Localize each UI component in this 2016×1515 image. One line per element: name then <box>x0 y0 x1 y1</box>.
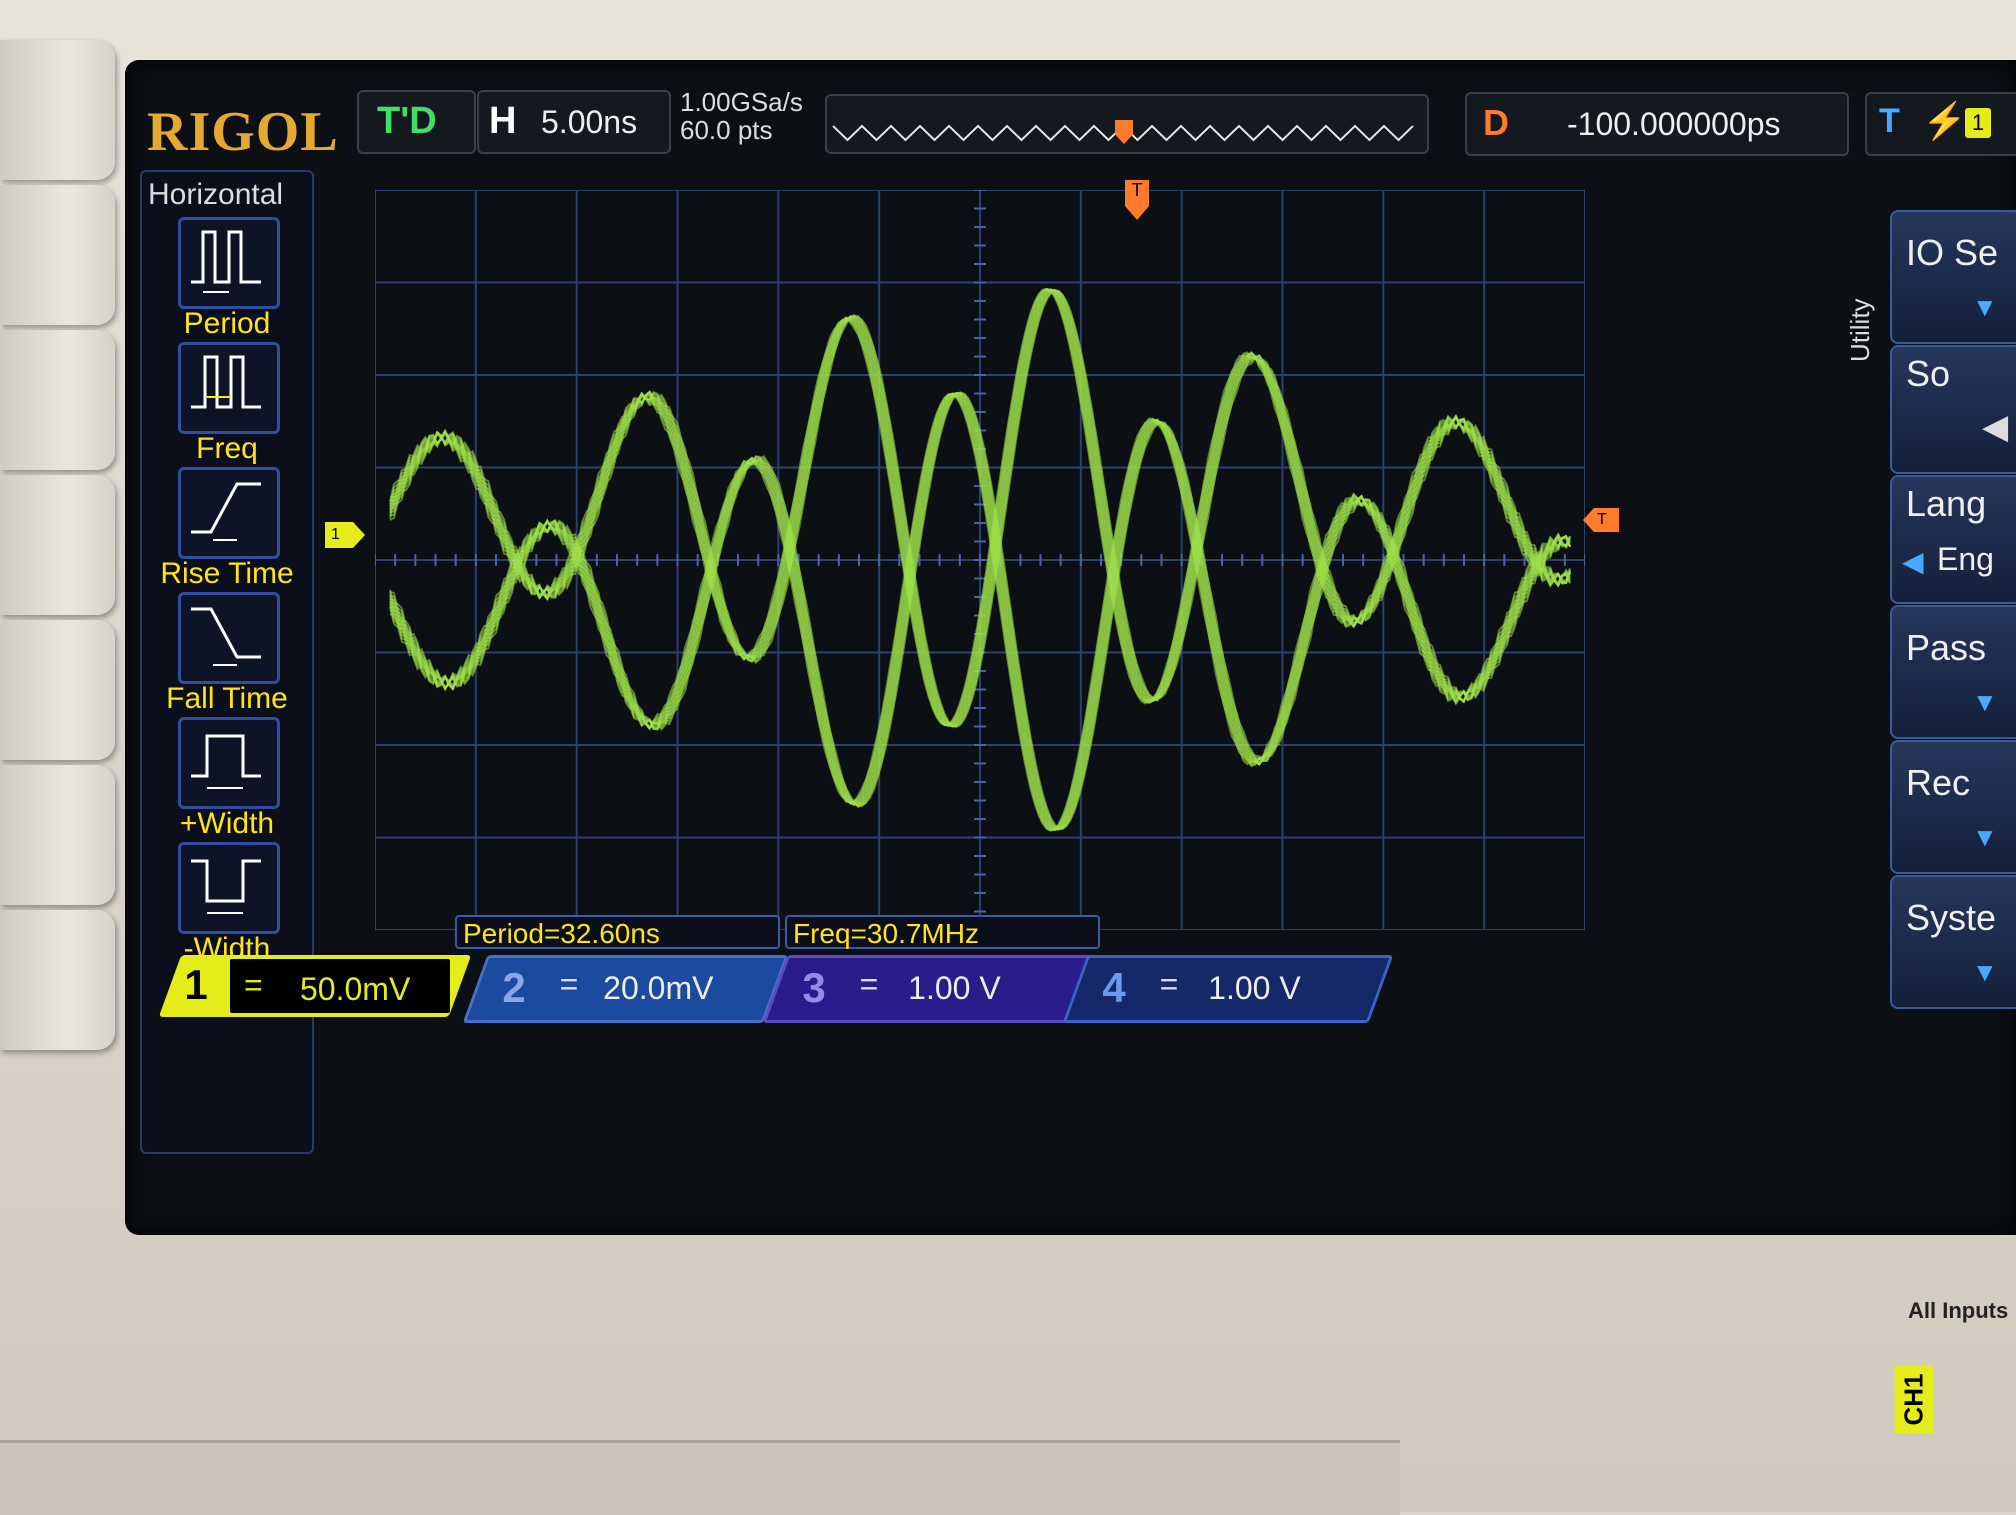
ch1-tab[interactable]: 1 = 50.0mV <box>158 955 472 1017</box>
bezel-button[interactable] <box>0 40 115 180</box>
ch1-offset-marker[interactable]: 1 <box>325 522 365 548</box>
measurement-readouts: Period=32.60ns Freq=30.7MHz <box>325 915 1125 955</box>
ch4-coupling-icon: = <box>1159 966 1179 1002</box>
frequency-readout[interactable]: Freq=30.7MHz <box>785 915 1100 949</box>
record-label: Rec <box>1906 762 1971 803</box>
chevron-down-icon: ▼ <box>1972 957 1998 987</box>
measure-rise-time-label: Rise Time <box>160 557 294 590</box>
timebase-value: 5.00ns <box>541 104 638 140</box>
measure-fall-time-label: Fall Time <box>166 682 288 715</box>
utility-menu-title: Utility <box>1845 298 1875 362</box>
timebase-label: H <box>489 100 517 142</box>
ch4-scale: 1.00 V <box>1208 970 1301 1006</box>
positive-width-icon <box>178 717 280 809</box>
graticule-grid <box>375 190 1585 930</box>
negative-width-icon <box>178 842 280 934</box>
language-button[interactable]: Lang ◀ Eng <box>1890 475 2016 604</box>
pass-fail-label: Pass <box>1906 627 1987 668</box>
utility-menu: Utility IO Se ▼ So ◀ Lang ◀ Eng Pass ▼ R… <box>1845 200 2016 1120</box>
period-readout[interactable]: Period=32.60ns <box>455 915 780 949</box>
trigger-indicator[interactable]: T ⚡ 1 <box>1865 92 2016 156</box>
chevron-down-icon: ▼ <box>1972 822 1998 852</box>
system-button[interactable]: Syste ▼ <box>1890 875 2016 1009</box>
delay-label: D <box>1483 102 1509 143</box>
bezel-button[interactable] <box>0 475 115 615</box>
record-button[interactable]: Rec ▼ <box>1890 740 2016 874</box>
rise-time-icon <box>178 467 280 559</box>
acquisition-info: 1.00GSa/s 60.0 pts <box>680 88 803 144</box>
period-icon <box>178 217 280 309</box>
measure-menu-title: Horizontal <box>148 178 284 211</box>
chevron-down-icon: ▼ <box>1972 292 1998 322</box>
trigger-level-marker[interactable]: T <box>1583 508 1619 532</box>
ch1-info: = 50.0mV <box>230 959 450 1013</box>
run-status-indicator[interactable]: T'D <box>357 90 476 154</box>
lower-panel <box>0 1440 1400 1515</box>
sound-button[interactable]: So ◀ <box>1890 345 2016 474</box>
sound-label: So <box>1906 353 1951 394</box>
timebase-indicator[interactable]: H 5.00ns <box>477 90 671 154</box>
bezel-button[interactable] <box>0 765 115 905</box>
ch3-coupling-icon: = <box>859 966 879 1002</box>
frequency-icon <box>178 342 280 434</box>
ch2-coupling-icon: = <box>559 966 579 1002</box>
speaker-icon: ◀ <box>1982 408 2009 446</box>
sample-rate: 1.00GSa/s <box>680 87 803 117</box>
ch2-number: 2 <box>502 964 526 1011</box>
ch3-tab[interactable]: 3 = 1.00 V <box>762 955 1094 1023</box>
measure-freq-label: Freq <box>196 432 258 465</box>
io-setting-button[interactable]: IO Se ▼ <box>1890 210 2016 344</box>
ch3-scale: 1.00 V <box>908 970 1001 1006</box>
fall-time-icon <box>178 592 280 684</box>
trigger-source-badge: 1 <box>1965 108 1991 138</box>
ch2-scale: 20.0mV <box>603 970 714 1006</box>
language-value: Eng <box>1937 541 1994 577</box>
measure-period-label: Period <box>183 307 271 340</box>
trigger-label: T <box>1879 102 1900 140</box>
delay-indicator[interactable]: D -100.000000ps <box>1465 92 1849 156</box>
io-setting-label: IO Se <box>1906 232 1999 273</box>
ch4-number: 4 <box>1102 964 1126 1011</box>
brand-logo: RIGOL <box>147 101 339 163</box>
ch2-tab[interactable]: 2 = 20.0mV <box>462 955 789 1023</box>
ch1-coupling-icon: = <box>244 967 263 1003</box>
waveform-display[interactable] <box>375 190 1585 930</box>
all-inputs-label: All Inputs <box>1908 1298 2009 1323</box>
ch1-number: 1 <box>184 961 208 1008</box>
delay-value: -100.000000ps <box>1567 106 1781 142</box>
ch1-input-label[interactable]: CH1 <box>1894 1365 1934 1434</box>
measure-positive-width-label: +Width <box>179 807 275 840</box>
bezel-button[interactable] <box>0 620 115 760</box>
top-status-bar: RIGOL T'D H 5.00ns 1.00GSa/s 60.0 pts D … <box>125 80 2016 170</box>
ch4-tab[interactable]: 4 = 1.00 V <box>1062 955 1394 1023</box>
chevron-left-icon: ◀ <box>1902 546 1924 577</box>
bezel-button[interactable] <box>0 910 115 1050</box>
pass-fail-button[interactable]: Pass ▼ <box>1890 605 2016 739</box>
ch1-scale: 50.0mV <box>300 971 411 1007</box>
bezel-side-buttons <box>0 40 130 1360</box>
memory-depth: 60.0 pts <box>680 115 773 145</box>
system-label: Syste <box>1906 897 1997 938</box>
bezel-button[interactable] <box>0 330 115 470</box>
language-label: Lang <box>1906 483 1987 524</box>
scope-screen: RIGOL T'D H 5.00ns 1.00GSa/s 60.0 pts D … <box>125 60 2016 1235</box>
ch3-number: 3 <box>802 964 826 1011</box>
channel-strip: 1 = 50.0mV 2 = 20.0mV 3 = 1.00 V 4 = 1.0… <box>125 955 2016 1025</box>
bezel-button[interactable] <box>0 185 115 325</box>
trigger-edge-icon: ⚡ <box>1922 100 1967 141</box>
chevron-down-icon: ▼ <box>1972 687 1998 717</box>
run-status-text: T'D <box>377 100 437 142</box>
